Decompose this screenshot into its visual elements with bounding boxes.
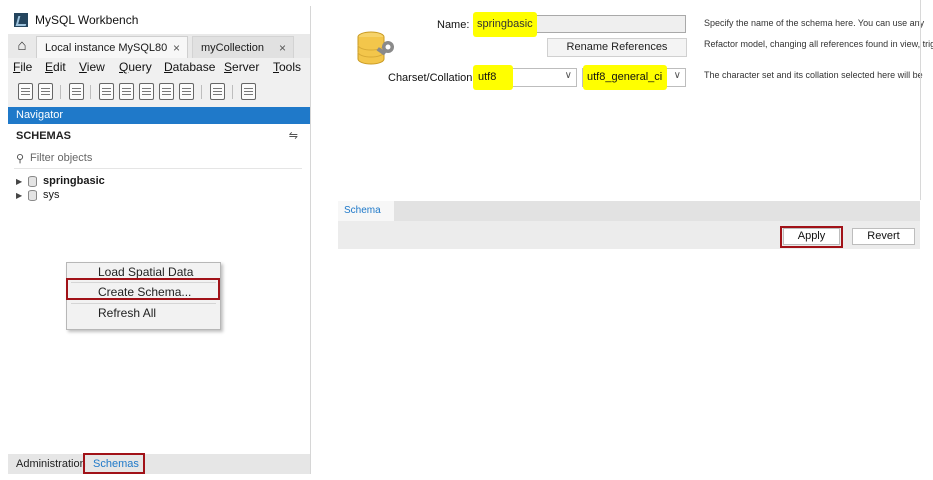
toolbar-separator: [90, 85, 91, 99]
schema-name: springbasic: [43, 175, 105, 187]
create-procedure-icon[interactable]: [159, 83, 174, 100]
search-table-data-icon[interactable]: [210, 83, 225, 100]
name-label: Name:: [437, 19, 470, 31]
menu-database[interactable]: Database: [164, 60, 215, 74]
create-schema-icon[interactable]: [99, 83, 114, 100]
schema-database-icon: [357, 31, 394, 65]
home-icon[interactable]: ⌂: [14, 38, 30, 54]
tab-schema[interactable]: Schema: [338, 201, 394, 221]
chevron-down-icon: ∨: [673, 70, 681, 81]
menu-tools[interactable]: Tools: [273, 60, 301, 74]
apply-button[interactable]: Apply: [783, 228, 840, 245]
menu-edit[interactable]: Edit: [45, 60, 66, 74]
menu-item-create-schema[interactable]: Create Schema...: [67, 283, 220, 301]
navigator-bottom-tabs: Administration Schemas: [8, 454, 310, 474]
open-sql-script-icon[interactable]: [38, 83, 53, 100]
panel-divider: [920, 0, 921, 200]
reconnect-icon[interactable]: [241, 83, 256, 100]
mysql-workbench-icon: [14, 13, 28, 27]
tab-label: myCollection: [201, 42, 264, 54]
toolbar: [8, 78, 310, 106]
navigator-header: Navigator: [8, 107, 310, 124]
schema-name-value: springbasic: [477, 18, 533, 30]
create-view-icon[interactable]: [139, 83, 154, 100]
tab-label: Local instance MySQL80: [45, 42, 168, 54]
toolbar-separator: [201, 85, 202, 99]
connection-tab-bar: ⌂ Local instance MySQL80 × myCollection …: [8, 34, 310, 58]
app-title: MySQL Workbench: [35, 13, 139, 27]
tab-administration[interactable]: Administration: [16, 458, 86, 470]
charset-help-text: The character set and its collation sele…: [704, 70, 923, 80]
charset-value: utf8: [478, 71, 497, 83]
filter-objects-input[interactable]: [30, 152, 290, 164]
menu-bar: File Edit View Query Database Server Too…: [8, 58, 310, 76]
chevron-down-icon: ∨: [564, 70, 572, 81]
schemas-section-title: SCHEMAS: [16, 130, 72, 142]
rename-help-text: Refactor model, changing all references …: [704, 39, 933, 49]
schema-name: sys: [43, 189, 60, 201]
schema-tree-item[interactable]: ▶ springbasic: [16, 174, 105, 188]
tab-local-instance[interactable]: Local instance MySQL80 ×: [36, 36, 188, 58]
workbench-window: MySQL Workbench ⌂ Local instance MySQL80…: [8, 6, 311, 474]
context-menu: Load Spatial Data Create Schema... Refre…: [66, 262, 221, 330]
rename-references-button[interactable]: Rename References: [547, 38, 687, 57]
collation-value: utf8_general_ci: [587, 71, 663, 83]
search-icon: ⚲: [16, 153, 25, 165]
menu-server[interactable]: Server: [224, 60, 259, 74]
menu-file[interactable]: File: [13, 60, 32, 74]
tab-schemas[interactable]: Schemas: [93, 458, 139, 470]
new-sql-tab-icon[interactable]: [18, 83, 33, 100]
toolbar-separator: [232, 85, 233, 99]
menu-item-load-spatial-data[interactable]: Load Spatial Data: [67, 263, 220, 281]
editor-tab-bar: [338, 201, 920, 221]
close-icon[interactable]: ×: [173, 37, 180, 59]
tab-mycollection[interactable]: myCollection ×: [192, 36, 294, 58]
menu-item-refresh-all[interactable]: Refresh All: [67, 304, 220, 322]
menu-query[interactable]: Query: [119, 60, 152, 74]
refresh-icon[interactable]: ⇋: [289, 129, 298, 142]
menu-view[interactable]: View: [79, 60, 105, 74]
expand-arrow-icon[interactable]: ▶: [16, 191, 26, 200]
database-icon: [28, 189, 37, 201]
toolbar-separator: [60, 85, 61, 99]
schema-tree-item[interactable]: ▶ sys: [16, 188, 60, 202]
charset-collation-label: Charset/Collation:: [388, 72, 476, 84]
title-bar: MySQL Workbench: [8, 6, 310, 34]
revert-button[interactable]: Revert: [852, 228, 915, 245]
expand-arrow-icon[interactable]: ▶: [16, 177, 26, 186]
close-icon[interactable]: ×: [279, 37, 286, 59]
inspector-icon[interactable]: [69, 83, 84, 100]
filter-box: ⚲: [14, 151, 302, 169]
create-table-icon[interactable]: [119, 83, 134, 100]
name-help-text: Specify the name of the schema here. You…: [704, 18, 925, 28]
database-icon: [28, 175, 37, 187]
create-function-icon[interactable]: [179, 83, 194, 100]
